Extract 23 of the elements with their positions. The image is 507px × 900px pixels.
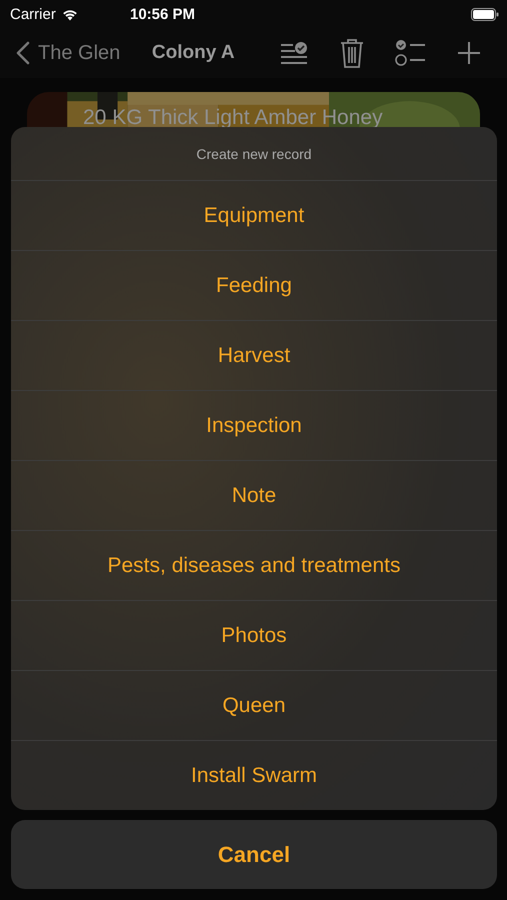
carrier-label: Carrier: [10, 6, 56, 22]
cancel-button[interactable]: Cancel: [11, 820, 497, 889]
plus-icon[interactable]: [457, 41, 481, 65]
checklist-icon[interactable]: [280, 41, 308, 65]
nav-title: Colony A: [152, 42, 235, 64]
battery-icon: [471, 8, 499, 20]
back-button[interactable]: The Glen: [16, 41, 120, 65]
wifi-icon: [60, 8, 79, 20]
trash-icon[interactable]: [340, 38, 364, 68]
sheet-title: Create new record: [11, 127, 497, 181]
action-item[interactable]: Equipment: [11, 181, 497, 251]
action-item[interactable]: Install Swarm: [11, 741, 497, 810]
chevron-left-icon: [16, 41, 30, 65]
action-item[interactable]: Pests, diseases and treatments: [11, 531, 497, 601]
action-item[interactable]: Queen: [11, 671, 497, 741]
record-title: 20 KG Thick Light Amber Honey: [83, 106, 384, 130]
action-item[interactable]: Feeding: [11, 251, 497, 321]
clock: 10:56 PM: [130, 6, 196, 22]
action-item[interactable]: Harvest: [11, 321, 497, 391]
checklist-icon[interactable]: [395, 39, 426, 67]
action-item[interactable]: Inspection: [11, 391, 497, 461]
action-item[interactable]: Note: [11, 461, 497, 531]
action-item[interactable]: Photos: [11, 601, 497, 671]
